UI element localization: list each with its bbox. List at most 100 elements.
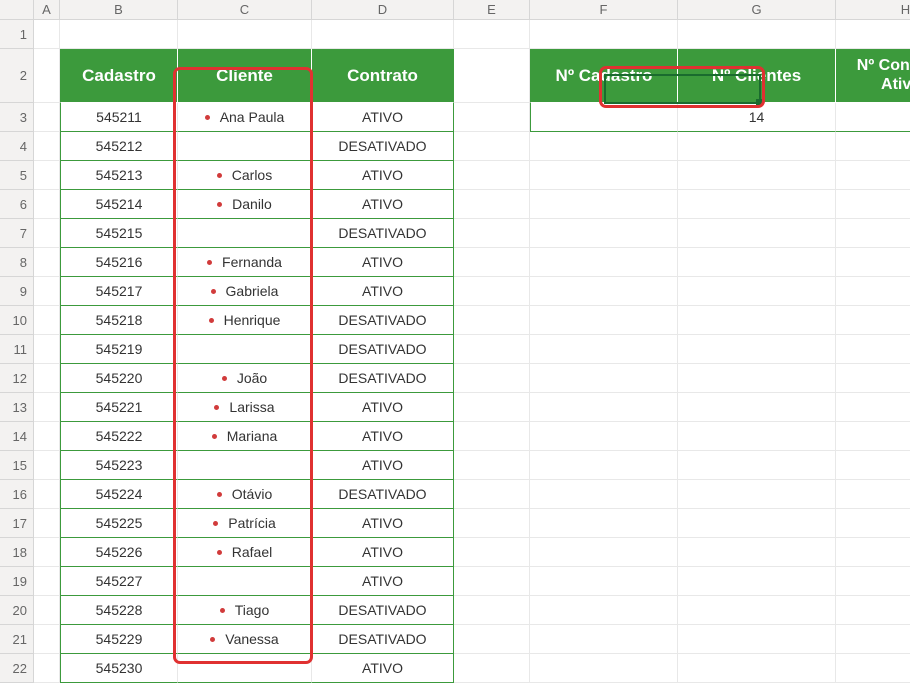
row-header-9[interactable]: 9 xyxy=(0,277,34,306)
cell-E7[interactable] xyxy=(454,219,530,248)
col-header-E[interactable]: E xyxy=(454,0,530,20)
col-header-B[interactable]: B xyxy=(60,0,178,20)
col-header-G[interactable]: G xyxy=(678,0,836,20)
cell-A20[interactable] xyxy=(34,596,60,625)
cell-F6[interactable] xyxy=(530,190,678,219)
cell-cadastro-14[interactable]: 545222 xyxy=(60,422,178,451)
cell-contrato-19[interactable]: ATIVO xyxy=(312,567,454,596)
cell-F10[interactable] xyxy=(530,306,678,335)
cell-contrato-5[interactable]: ATIVO xyxy=(312,161,454,190)
cell-F19[interactable] xyxy=(530,567,678,596)
cell-F14[interactable] xyxy=(530,422,678,451)
row-header-20[interactable]: 20 xyxy=(0,596,34,625)
cell-A17[interactable] xyxy=(34,509,60,538)
cell-F18[interactable] xyxy=(530,538,678,567)
cell-E4[interactable] xyxy=(454,132,530,161)
cell-cadastro-19[interactable]: 545227 xyxy=(60,567,178,596)
cell-F22[interactable] xyxy=(530,654,678,683)
cell-A18[interactable] xyxy=(34,538,60,567)
cell-E22[interactable] xyxy=(454,654,530,683)
cell-H1[interactable] xyxy=(836,20,910,49)
cell-E21[interactable] xyxy=(454,625,530,654)
cell-contrato-13[interactable]: ATIVO xyxy=(312,393,454,422)
cell-cadastro-12[interactable]: 545220 xyxy=(60,364,178,393)
cell-A15[interactable] xyxy=(34,451,60,480)
cell-G11[interactable] xyxy=(678,335,836,364)
cell-A16[interactable] xyxy=(34,480,60,509)
cell-cliente-22[interactable] xyxy=(178,654,312,683)
cell-B1[interactable] xyxy=(60,20,178,49)
cell-ncadastro-value[interactable] xyxy=(530,103,678,132)
cell-G19[interactable] xyxy=(678,567,836,596)
cell-G14[interactable] xyxy=(678,422,836,451)
cell-E17[interactable] xyxy=(454,509,530,538)
cell-F16[interactable] xyxy=(530,480,678,509)
cell-cliente-9[interactable]: Gabriela xyxy=(178,277,312,306)
cell-A13[interactable] xyxy=(34,393,60,422)
cell-contrato-4[interactable]: DESATIVADO xyxy=(312,132,454,161)
row-header-2[interactable]: 2 xyxy=(0,49,34,103)
cell-cliente-19[interactable] xyxy=(178,567,312,596)
cell-contrato-14[interactable]: ATIVO xyxy=(312,422,454,451)
cell-A12[interactable] xyxy=(34,364,60,393)
row-header-3[interactable]: 3 xyxy=(0,103,34,132)
cell-cliente-12[interactable]: João xyxy=(178,364,312,393)
cell-cliente-10[interactable]: Henrique xyxy=(178,306,312,335)
cell-H7[interactable] xyxy=(836,219,910,248)
cell-A9[interactable] xyxy=(34,277,60,306)
cell-E19[interactable] xyxy=(454,567,530,596)
cell-nclientes-value[interactable]: 14 xyxy=(678,103,836,132)
row-header-13[interactable]: 13 xyxy=(0,393,34,422)
cell-cliente-13[interactable]: Larissa xyxy=(178,393,312,422)
cell-F1[interactable] xyxy=(530,20,678,49)
cell-H20[interactable] xyxy=(836,596,910,625)
cell-A7[interactable] xyxy=(34,219,60,248)
row-header-7[interactable]: 7 xyxy=(0,219,34,248)
cell-H4[interactable] xyxy=(836,132,910,161)
cell-H15[interactable] xyxy=(836,451,910,480)
cell-cliente-15[interactable] xyxy=(178,451,312,480)
cell-cliente-4[interactable] xyxy=(178,132,312,161)
cell-contrato-17[interactable]: ATIVO xyxy=(312,509,454,538)
cell-cadastro-3[interactable]: 545211 xyxy=(60,103,178,132)
cell-F21[interactable] xyxy=(530,625,678,654)
row-header-14[interactable]: 14 xyxy=(0,422,34,451)
cell-cadastro-4[interactable]: 545212 xyxy=(60,132,178,161)
cell-contrato-6[interactable]: ATIVO xyxy=(312,190,454,219)
cell-G9[interactable] xyxy=(678,277,836,306)
row-header-6[interactable]: 6 xyxy=(0,190,34,219)
row-header-8[interactable]: 8 xyxy=(0,248,34,277)
row-header-18[interactable]: 18 xyxy=(0,538,34,567)
row-header-17[interactable]: 17 xyxy=(0,509,34,538)
cell-A3[interactable] xyxy=(34,103,60,132)
cell-H21[interactable] xyxy=(836,625,910,654)
cell-A4[interactable] xyxy=(34,132,60,161)
cell-contrato-15[interactable]: ATIVO xyxy=(312,451,454,480)
cell-G10[interactable] xyxy=(678,306,836,335)
cell-H6[interactable] xyxy=(836,190,910,219)
cell-F8[interactable] xyxy=(530,248,678,277)
cell-cliente-8[interactable]: Fernanda xyxy=(178,248,312,277)
row-header-4[interactable]: 4 xyxy=(0,132,34,161)
row-header-19[interactable]: 19 xyxy=(0,567,34,596)
cell-A1[interactable] xyxy=(34,20,60,49)
cell-D1[interactable] xyxy=(312,20,454,49)
cell-H13[interactable] xyxy=(836,393,910,422)
row-header-16[interactable]: 16 xyxy=(0,480,34,509)
cell-cadastro-9[interactable]: 545217 xyxy=(60,277,178,306)
cell-G17[interactable] xyxy=(678,509,836,538)
col-header-C[interactable]: C xyxy=(178,0,312,20)
cell-C1[interactable] xyxy=(178,20,312,49)
cell-G22[interactable] xyxy=(678,654,836,683)
col-header-D[interactable]: D xyxy=(312,0,454,20)
cell-F5[interactable] xyxy=(530,161,678,190)
row-header-10[interactable]: 10 xyxy=(0,306,34,335)
cell-A11[interactable] xyxy=(34,335,60,364)
cell-E1[interactable] xyxy=(454,20,530,49)
cell-G8[interactable] xyxy=(678,248,836,277)
cell-H17[interactable] xyxy=(836,509,910,538)
cell-F13[interactable] xyxy=(530,393,678,422)
cell-cliente-3[interactable]: Ana Paula xyxy=(178,103,312,132)
cell-E16[interactable] xyxy=(454,480,530,509)
cell-F15[interactable] xyxy=(530,451,678,480)
